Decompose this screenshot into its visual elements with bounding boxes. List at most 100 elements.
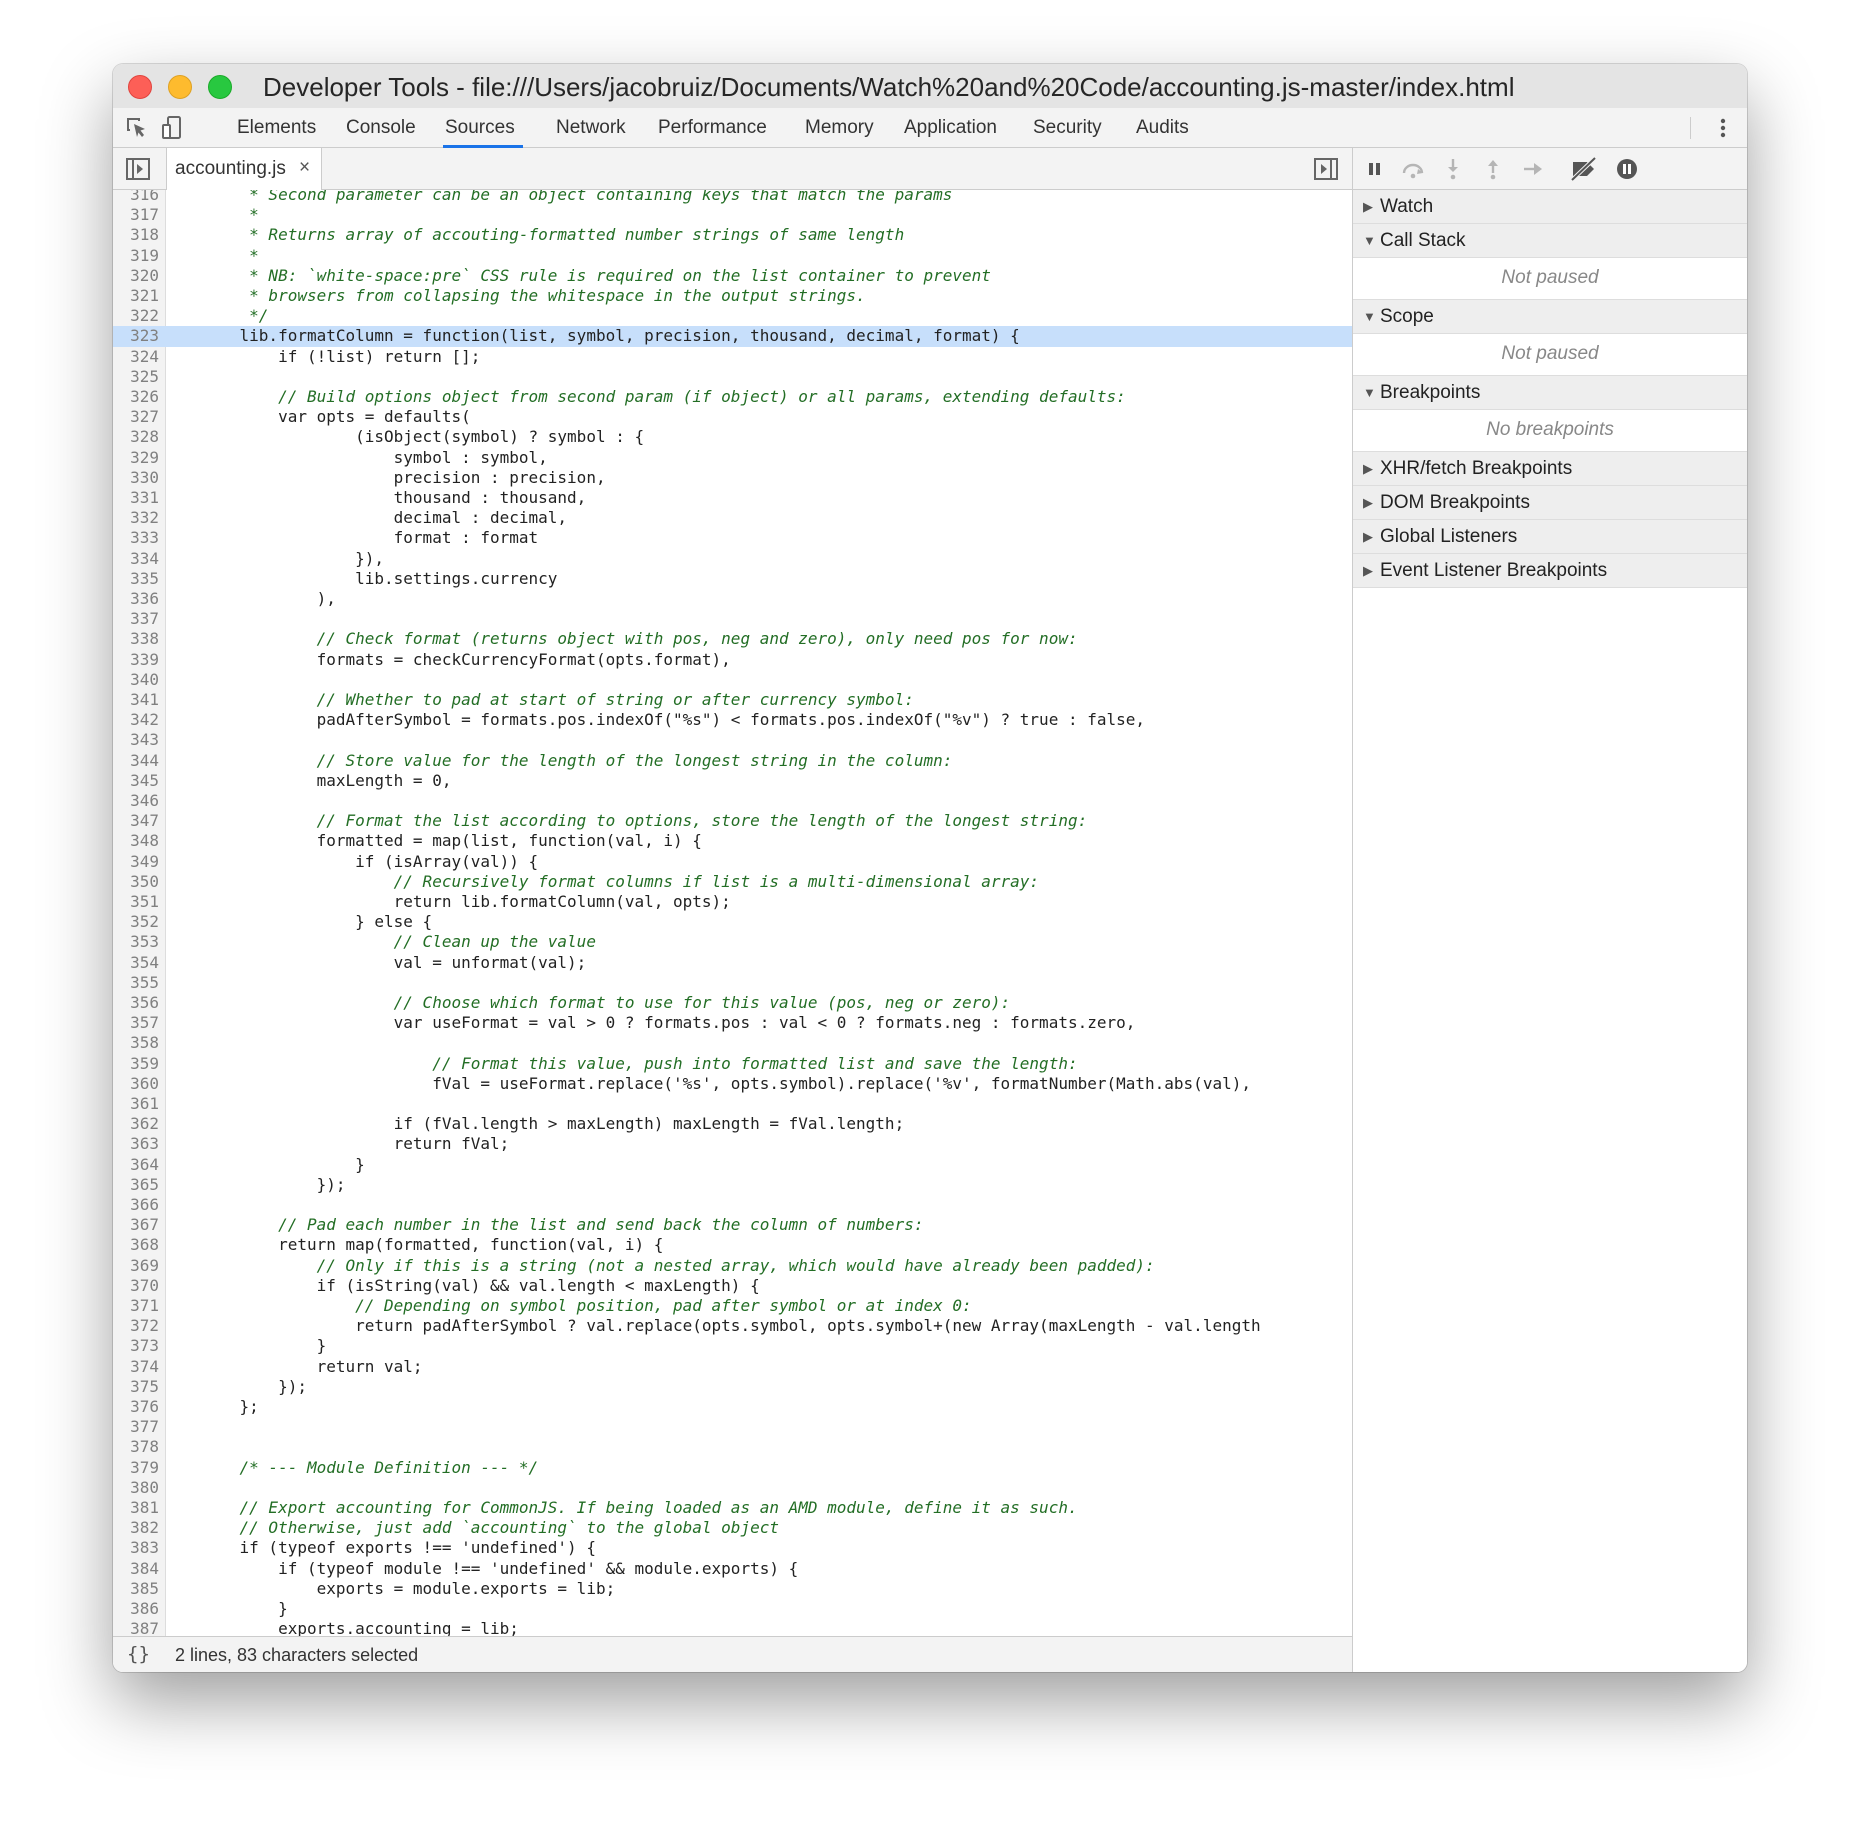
navigator-toggle-icon[interactable] (125, 157, 151, 181)
line-number[interactable]: 355 (113, 973, 159, 993)
code-line[interactable]: 318 * Returns array of accouting-formatt… (113, 225, 1352, 245)
line-number[interactable]: 387 (113, 1619, 159, 1636)
line-number[interactable]: 361 (113, 1094, 159, 1114)
code-line[interactable]: 323 lib.formatColumn = function(list, sy… (113, 326, 1352, 347)
element-picker-icon[interactable] (123, 114, 151, 142)
code-line[interactable]: 370 if (isString(val) && val.length < ma… (113, 1276, 1352, 1296)
code-line[interactable]: 337 (113, 609, 1352, 629)
line-number[interactable]: 369 (113, 1256, 159, 1276)
tab-network[interactable]: Network (556, 108, 626, 147)
code-line[interactable]: 347 // Format the list according to opti… (113, 811, 1352, 831)
line-number[interactable]: 317 (113, 205, 159, 225)
line-number[interactable]: 346 (113, 791, 159, 811)
code-line[interactable]: 350 // Recursively format columns if lis… (113, 872, 1352, 892)
step-out-icon[interactable] (1481, 157, 1505, 181)
code-line[interactable]: 331 thousand : thousand, (113, 488, 1352, 508)
dom-breakpoints-section-header[interactable]: ▶ DOM Breakpoints (1353, 486, 1747, 520)
line-number[interactable]: 321 (113, 286, 159, 306)
line-number[interactable]: 360 (113, 1074, 159, 1094)
code-line[interactable]: 364 } (113, 1155, 1352, 1175)
line-number[interactable]: 382 (113, 1518, 159, 1538)
line-number[interactable]: 323 (113, 326, 159, 346)
code-line[interactable]: 385 exports = module.exports = lib; (113, 1579, 1352, 1599)
close-window-button[interactable] (128, 75, 152, 99)
code-line[interactable]: 376 }; (113, 1397, 1352, 1417)
close-icon[interactable]: × (299, 157, 310, 179)
code-line[interactable]: 367 // Pad each number in the list and s… (113, 1215, 1352, 1235)
line-number[interactable]: 372 (113, 1316, 159, 1336)
code-line[interactable]: 327 var opts = defaults( (113, 407, 1352, 427)
scope-section-header[interactable]: ▼ Scope (1353, 300, 1747, 334)
line-number[interactable]: 332 (113, 508, 159, 528)
code-line[interactable]: 335 lib.settings.currency (113, 569, 1352, 589)
line-number[interactable]: 349 (113, 852, 159, 872)
line-number[interactable]: 379 (113, 1458, 159, 1478)
breakpoints-section-header[interactable]: ▼ Breakpoints (1353, 376, 1747, 410)
line-number[interactable]: 324 (113, 347, 159, 367)
line-number[interactable]: 366 (113, 1195, 159, 1215)
line-number[interactable]: 344 (113, 751, 159, 771)
line-number[interactable]: 377 (113, 1417, 159, 1437)
tab-audits[interactable]: Audits (1136, 108, 1189, 147)
line-number[interactable]: 364 (113, 1155, 159, 1175)
line-number[interactable]: 365 (113, 1175, 159, 1195)
code-line[interactable]: 356 // Choose which format to use for th… (113, 993, 1352, 1013)
line-number[interactable]: 345 (113, 771, 159, 791)
step-into-icon[interactable] (1441, 157, 1465, 181)
code-line[interactable]: 377 (113, 1417, 1352, 1437)
line-number[interactable]: 385 (113, 1579, 159, 1599)
line-number[interactable]: 367 (113, 1215, 159, 1235)
line-number[interactable]: 335 (113, 569, 159, 589)
line-number[interactable]: 357 (113, 1013, 159, 1033)
line-number[interactable]: 325 (113, 367, 159, 387)
line-number[interactable]: 316 (113, 190, 159, 205)
line-number[interactable]: 370 (113, 1276, 159, 1296)
line-number[interactable]: 354 (113, 953, 159, 973)
code-line[interactable]: 352 } else { (113, 912, 1352, 932)
line-number[interactable]: 330 (113, 468, 159, 488)
watch-section-header[interactable]: ▶ Watch (1353, 190, 1747, 224)
code-line[interactable]: 320 * NB: `white-space:pre` CSS rule is … (113, 266, 1352, 286)
code-line[interactable]: 375 }); (113, 1377, 1352, 1397)
code-line[interactable]: 357 var useFormat = val > 0 ? formats.po… (113, 1013, 1352, 1033)
line-number[interactable]: 375 (113, 1377, 159, 1397)
code-line[interactable]: 339 formats = checkCurrencyFormat(opts.f… (113, 650, 1352, 670)
line-number[interactable]: 362 (113, 1114, 159, 1134)
call-stack-section-header[interactable]: ▼ Call Stack (1353, 224, 1747, 258)
line-number[interactable]: 351 (113, 892, 159, 912)
line-number[interactable]: 334 (113, 549, 159, 569)
code-line[interactable]: 363 return fVal; (113, 1134, 1352, 1154)
code-line[interactable]: 316 * Second parameter can be an object … (113, 190, 1352, 205)
line-number[interactable]: 342 (113, 710, 159, 730)
code-line[interactable]: 384 if (typeof module !== 'undefined' &&… (113, 1559, 1352, 1579)
code-line[interactable]: 374 return val; (113, 1357, 1352, 1377)
line-number[interactable]: 356 (113, 993, 159, 1013)
deactivate-breakpoints-icon[interactable] (1569, 157, 1599, 181)
line-number[interactable]: 348 (113, 831, 159, 851)
line-number[interactable]: 336 (113, 589, 159, 609)
line-number[interactable]: 319 (113, 246, 159, 266)
line-number[interactable]: 331 (113, 488, 159, 508)
line-number[interactable]: 373 (113, 1336, 159, 1356)
code-line[interactable]: 340 (113, 670, 1352, 690)
code-line[interactable]: 322 */ (113, 306, 1352, 326)
zoom-window-button[interactable] (208, 75, 232, 99)
code-line[interactable]: 317 * (113, 205, 1352, 225)
code-line[interactable]: 319 * (113, 246, 1352, 266)
code-line[interactable]: 353 // Clean up the value (113, 932, 1352, 952)
pause-icon[interactable] (1363, 157, 1387, 181)
line-number[interactable]: 347 (113, 811, 159, 831)
code-line[interactable]: 372 return padAfterSymbol ? val.replace(… (113, 1316, 1352, 1336)
code-line[interactable]: 328 (isObject(symbol) ? symbol : { (113, 427, 1352, 447)
line-number[interactable]: 333 (113, 528, 159, 548)
line-number[interactable]: 358 (113, 1033, 159, 1053)
code-line[interactable]: 329 symbol : symbol, (113, 448, 1352, 468)
code-line[interactable]: 380 (113, 1478, 1352, 1498)
code-line[interactable]: 366 (113, 1195, 1352, 1215)
code-line[interactable]: 387 exports.accounting = lib; (113, 1619, 1352, 1636)
code-line[interactable]: 361 (113, 1094, 1352, 1114)
tab-security[interactable]: Security (1033, 108, 1102, 147)
code-line[interactable]: 365 }); (113, 1175, 1352, 1195)
code-line[interactable]: 324 if (!list) return []; (113, 347, 1352, 367)
line-number[interactable]: 353 (113, 932, 159, 952)
